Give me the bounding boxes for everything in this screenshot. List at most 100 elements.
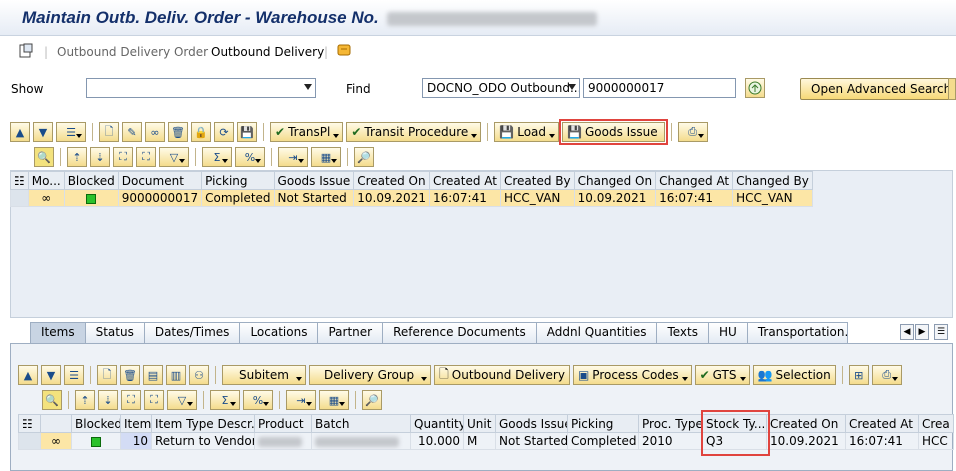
structure-button[interactable]: ⚇ <box>189 365 209 385</box>
print-menu-button[interactable]: ⎙ <box>677 122 708 142</box>
scroll-icon[interactable] <box>336 42 352 61</box>
select-all-button[interactable]: ▤ <box>143 365 163 385</box>
sort-ascending-button[interactable]: ⇡ <box>75 390 95 410</box>
export-button[interactable]: ⇥ <box>278 147 308 167</box>
delete-item-button[interactable]: 🗑 <box>120 365 140 385</box>
selection-button[interactable]: 👥 Selection <box>752 365 836 385</box>
tree-button[interactable]: ⊞ <box>848 365 869 385</box>
col-header[interactable]: Created On <box>353 171 430 190</box>
print-preview-button[interactable]: 🔎 <box>362 390 382 410</box>
subtotal-button[interactable]: % <box>235 147 265 167</box>
save-button[interactable]: 💾 <box>237 122 257 142</box>
col-header[interactable]: Created On <box>766 414 846 433</box>
tab-locations[interactable]: Locations <box>239 322 319 343</box>
layout-button[interactable]: ▦ <box>311 147 341 167</box>
find-button[interactable]: ⛶ <box>113 147 133 167</box>
transpl-button[interactable]: ✔ TransPl <box>270 122 344 142</box>
open-advanced-search-button[interactable]: Open Advanced Search <box>800 78 956 100</box>
find-input[interactable]: 9000000017 <box>583 78 736 98</box>
details-button[interactable]: 🔍 <box>42 390 62 410</box>
subitem-button[interactable]: Subitem <box>222 365 306 385</box>
col-header[interactable]: Product <box>254 414 312 433</box>
find-next-button[interactable]: ⛶ <box>136 147 156 167</box>
sort-descending-button[interactable]: ⇣ <box>90 147 110 167</box>
row-selector[interactable] <box>18 432 41 450</box>
tab-list-button[interactable]: ☰ <box>934 324 948 340</box>
col-header[interactable]: Changed At <box>655 171 734 190</box>
print-menu-button[interactable]: ⎙ <box>871 365 902 385</box>
col-header[interactable]: Item Type Descr. <box>151 414 255 433</box>
col-header[interactable]: Created At <box>428 171 501 190</box>
tab-scroll-right-button[interactable]: ▶ <box>915 324 929 340</box>
tab-addnl-quantities[interactable]: Addnl Quantities <box>535 322 658 343</box>
create-item-button[interactable]: 🗋 <box>97 365 117 385</box>
tab-dates-times[interactable]: Dates/Times <box>143 322 241 343</box>
details-button[interactable]: 🔍 <box>34 147 54 167</box>
tab-partner[interactable]: Partner <box>317 322 384 343</box>
scroll-up-button[interactable]: ▲ <box>18 365 38 385</box>
load-button[interactable]: 💾 Load <box>494 122 560 142</box>
gts-button[interactable]: ✔ GTS <box>694 365 750 385</box>
col-header[interactable]: Item <box>120 414 152 433</box>
table-row[interactable]: ∞ 9000000017 Completed Not Started 10.09… <box>10 189 813 207</box>
layout-menu-button[interactable]: ☰ <box>56 122 86 142</box>
goods-issue-button[interactable]: 💾 Goods Issue <box>559 119 668 145</box>
find-button[interactable]: ⛶ <box>121 390 141 410</box>
row-selector[interactable] <box>10 189 29 207</box>
col-header[interactable]: Batch <box>311 414 411 433</box>
create-button[interactable]: 🗋 <box>99 122 119 142</box>
lock-button[interactable]: 🔒 <box>191 122 211 142</box>
tab-texts[interactable]: Texts <box>656 322 709 343</box>
edit-button[interactable]: ✎ <box>122 122 142 142</box>
display-button[interactable]: ∞ <box>145 122 165 142</box>
display-change-icon[interactable] <box>18 43 34 62</box>
col-header[interactable]: Goods Issue <box>495 414 568 433</box>
tab-hu[interactable]: HU <box>708 322 748 343</box>
find-next-button[interactable]: ⛶ <box>144 390 164 410</box>
col-header[interactable]: Created By <box>499 171 575 190</box>
tab-scroll-left-button[interactable]: ◀ <box>900 324 914 340</box>
col-header[interactable]: Mo... <box>27 171 65 190</box>
col-header[interactable]: Created At <box>845 414 919 433</box>
col-header[interactable]: Picking <box>567 414 639 433</box>
layout-button[interactable]: ☰ <box>64 365 84 385</box>
tab-transportation[interactable]: Transportation... <box>746 322 848 343</box>
scroll-down-button[interactable]: ▼ <box>33 122 53 142</box>
show-dropdown[interactable] <box>86 78 316 98</box>
menu-outbound-delivery[interactable]: Outbound Delivery <box>211 45 324 59</box>
print-preview-button[interactable]: 🔎 <box>354 147 374 167</box>
transit-procedure-button[interactable]: ✔ Transit Procedure <box>346 122 482 142</box>
outbound-delivery-button[interactable]: 🗋 Outbound Delivery <box>434 365 570 385</box>
col-header[interactable]: Quantity <box>410 414 464 433</box>
sum-button[interactable]: Σ <box>210 390 240 410</box>
scroll-down-button[interactable]: ▼ <box>41 365 61 385</box>
display-item-icon[interactable]: ∞ <box>40 432 72 450</box>
find-field-dropdown[interactable]: DOCNO_ODO Outbound... <box>422 78 580 98</box>
delete-button[interactable]: 🗑 <box>168 122 188 142</box>
scroll-up-button[interactable]: ▲ <box>10 122 30 142</box>
col-header[interactable]: Goods Issue <box>273 171 355 190</box>
col-header[interactable]: Changed On <box>573 171 657 190</box>
export-button[interactable]: ⇥ <box>286 390 316 410</box>
delivery-group-button[interactable]: Delivery Group <box>308 365 432 385</box>
display-item-icon[interactable]: ∞ <box>27 189 65 207</box>
table-row[interactable]: ∞ 10 Return to Vendor 10.000 M Not Start… <box>18 432 954 450</box>
subtotal-button[interactable]: % <box>243 390 273 410</box>
refresh-button[interactable]: ⟳ <box>214 122 234 142</box>
execute-search-button[interactable] <box>745 78 765 98</box>
tab-status[interactable]: Status <box>84 322 145 343</box>
select-all-icon[interactable]: ☷ <box>10 171 29 190</box>
col-header[interactable]: Blocked <box>63 171 119 190</box>
layout-button[interactable]: ▦ <box>319 390 349 410</box>
col-header[interactable]: Changed By <box>732 171 813 190</box>
col-header[interactable]: Document <box>117 171 203 190</box>
tab-items[interactable]: Items <box>30 322 86 343</box>
select-all-icon[interactable]: ☷ <box>18 414 41 433</box>
col-header[interactable]: Blocked <box>71 414 121 433</box>
sum-button[interactable]: Σ <box>202 147 232 167</box>
col-header[interactable]: Proc. Type <box>638 414 703 433</box>
filter-button[interactable]: ▽ <box>167 390 197 410</box>
col-header[interactable]: Unit <box>463 414 496 433</box>
tab-reference-documents[interactable]: Reference Documents <box>382 322 537 343</box>
sort-ascending-button[interactable]: ⇡ <box>67 147 87 167</box>
